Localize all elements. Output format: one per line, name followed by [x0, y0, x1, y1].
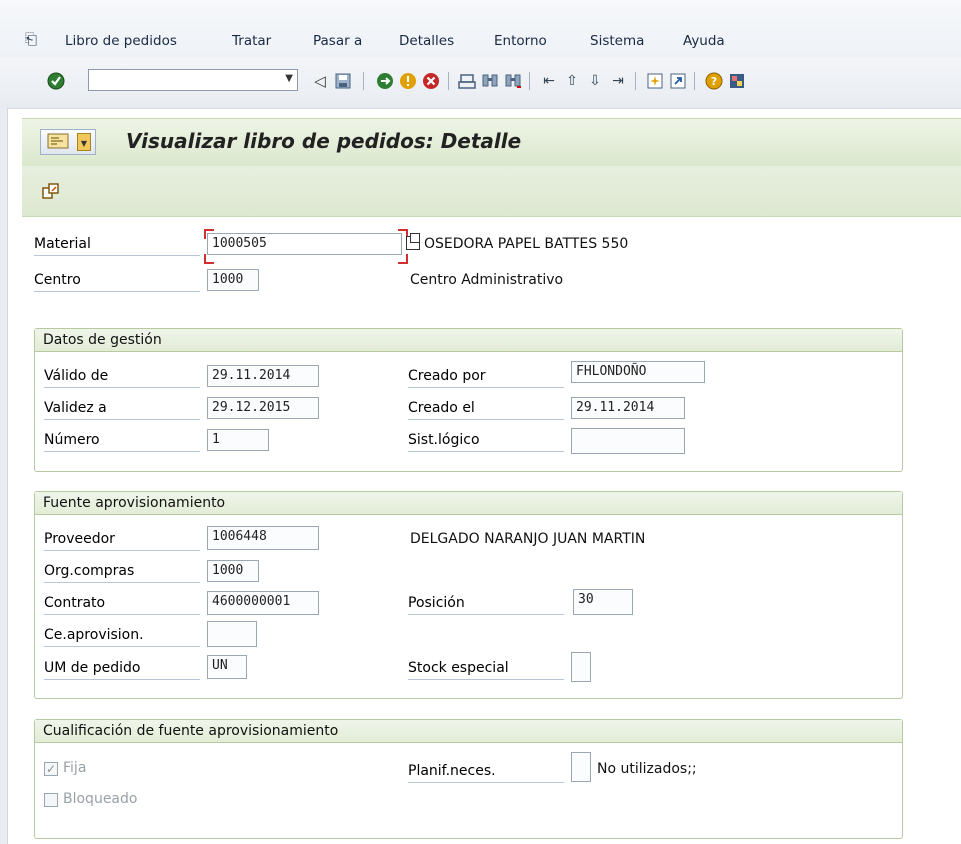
- menu-ayuda[interactable]: Ayuda: [683, 33, 725, 49]
- application-toolbar: [22, 166, 961, 217]
- focus-marker: [398, 254, 408, 264]
- um-pedido-field[interactable]: UN: [207, 655, 247, 679]
- menu-tratar[interactable]: Tratar: [232, 33, 271, 49]
- group-title: Datos de gestión: [43, 332, 162, 348]
- group-title: Cualificación de fuente aprovisionamient…: [43, 723, 339, 739]
- posicion-field[interactable]: 30: [573, 589, 633, 615]
- validez-a-field[interactable]: 29.12.2015: [207, 397, 319, 419]
- numero-field[interactable]: 1: [207, 429, 269, 451]
- material-label: Material: [34, 233, 200, 256]
- prev-page-icon[interactable]: ⇧: [563, 72, 581, 90]
- print-icon[interactable]: [458, 72, 476, 90]
- dropdown-arrow-icon: ▼: [77, 133, 91, 151]
- other-material-icon[interactable]: [42, 182, 60, 204]
- value-help-icon[interactable]: [406, 233, 420, 250]
- toolbar-separator: [448, 72, 449, 90]
- group-header: Fuente aprovisionamiento: [35, 492, 902, 515]
- help-icon[interactable]: ?: [705, 72, 723, 90]
- centro-field[interactable]: 1000: [207, 269, 259, 291]
- back-icon[interactable]: ◁: [311, 72, 329, 90]
- numero-label: Número: [44, 429, 200, 452]
- dropdown-arrow-icon[interactable]: ▼: [285, 73, 293, 84]
- sist-logico-label: Sist.lógico: [408, 429, 564, 452]
- material-description: OSEDORA PAPEL BATTES 550: [424, 236, 629, 252]
- title-bar: ▼ Visualizar libro de pedidos: Detalle: [22, 118, 961, 167]
- toolbar-separator: [363, 72, 364, 90]
- material-field[interactable]: 1000505: [207, 233, 402, 255]
- customize-icon[interactable]: [728, 72, 746, 90]
- menu-detalles[interactable]: Detalles: [399, 33, 454, 49]
- group-header: Cualificación de fuente aprovisionamient…: [35, 720, 902, 743]
- first-page-icon[interactable]: ⇤: [540, 72, 558, 90]
- ce-aprovision-label: Ce.aprovision.: [44, 624, 200, 647]
- sist-logico-field[interactable]: [571, 428, 685, 454]
- creado-el-label: Creado el: [408, 397, 564, 420]
- planif-neces-field[interactable]: [571, 752, 591, 782]
- planif-neces-label: Planif.neces.: [408, 760, 564, 783]
- focus-marker: [204, 229, 214, 239]
- toolbar-separator: [635, 72, 636, 90]
- fija-checkbox[interactable]: ✓: [44, 762, 58, 776]
- contrato-label: Contrato: [44, 592, 200, 615]
- menu-bar: ⎗ Libro de pedidos Tratar Pasar a Detall…: [0, 0, 961, 59]
- org-compras-label: Org.compras: [44, 560, 200, 583]
- proveedor-field[interactable]: 1006448: [207, 526, 319, 550]
- stop-icon[interactable]: [422, 72, 440, 90]
- group-header: Datos de gestión: [35, 329, 902, 352]
- ce-aprovision-field[interactable]: [207, 621, 257, 647]
- screen-menu-button[interactable]: ▼: [40, 129, 96, 155]
- system-menu-icon[interactable]: ⎗: [25, 30, 37, 48]
- validez-a-label: Validez a: [44, 397, 200, 420]
- proveedor-label: Proveedor: [44, 528, 200, 551]
- menu-sistema[interactable]: Sistema: [590, 33, 644, 49]
- save-icon[interactable]: [334, 72, 352, 90]
- menu-libro-de-pedidos[interactable]: Libro de pedidos: [65, 33, 177, 49]
- bloqueado-checkbox[interactable]: [44, 793, 58, 807]
- planif-neces-description: No utilizados;;: [597, 761, 697, 777]
- stock-especial-label: Stock especial: [408, 657, 564, 680]
- valido-de-label: Válido de: [44, 365, 200, 388]
- exit-icon[interactable]: [376, 72, 394, 90]
- group-title: Fuente aprovisionamiento: [43, 495, 226, 511]
- menu-entorno[interactable]: Entorno: [494, 33, 547, 49]
- bloqueado-label: Bloqueado: [63, 791, 138, 807]
- cancel-icon[interactable]: [399, 72, 417, 90]
- toolbar-separator: [529, 72, 530, 90]
- centro-description: Centro Administrativo: [410, 272, 564, 288]
- org-compras-field[interactable]: 1000: [207, 560, 259, 582]
- contrato-field[interactable]: 4600000001: [207, 591, 319, 615]
- enter-icon[interactable]: [47, 72, 65, 90]
- centro-label: Centro: [34, 269, 200, 292]
- next-page-icon[interactable]: ⇩: [586, 72, 604, 90]
- creado-por-field[interactable]: FHLONDOÑO: [571, 361, 705, 383]
- menu-pasar-a[interactable]: Pasar a: [313, 33, 362, 49]
- shortcut-icon[interactable]: [669, 72, 687, 90]
- creado-el-field[interactable]: 29.11.2014: [571, 397, 685, 419]
- find-icon[interactable]: [481, 72, 499, 90]
- svg-text:?: ?: [711, 75, 717, 88]
- um-pedido-label: UM de pedido: [44, 657, 200, 680]
- stock-especial-field[interactable]: [571, 652, 591, 682]
- proveedor-description: DELGADO NARANJO JUAN MARTIN: [410, 531, 646, 547]
- left-frame-border: [0, 108, 8, 844]
- focus-marker: [204, 254, 214, 264]
- posicion-label: Posición: [408, 592, 564, 615]
- standard-toolbar: ▼ ◁ ⇤ ⇧ ⇩ ⇥ ?: [0, 58, 961, 109]
- new-session-icon[interactable]: [646, 72, 664, 90]
- find-next-icon[interactable]: [504, 72, 522, 90]
- last-page-icon[interactable]: ⇥: [609, 72, 627, 90]
- toolbar-separator: [694, 72, 695, 90]
- valido-de-field[interactable]: 29.11.2014: [207, 365, 319, 387]
- creado-por-label: Creado por: [408, 365, 564, 388]
- command-field[interactable]: ▼: [88, 69, 298, 91]
- fija-label: Fija: [63, 760, 87, 776]
- page-title: Visualizar libro de pedidos: Detalle: [126, 129, 522, 153]
